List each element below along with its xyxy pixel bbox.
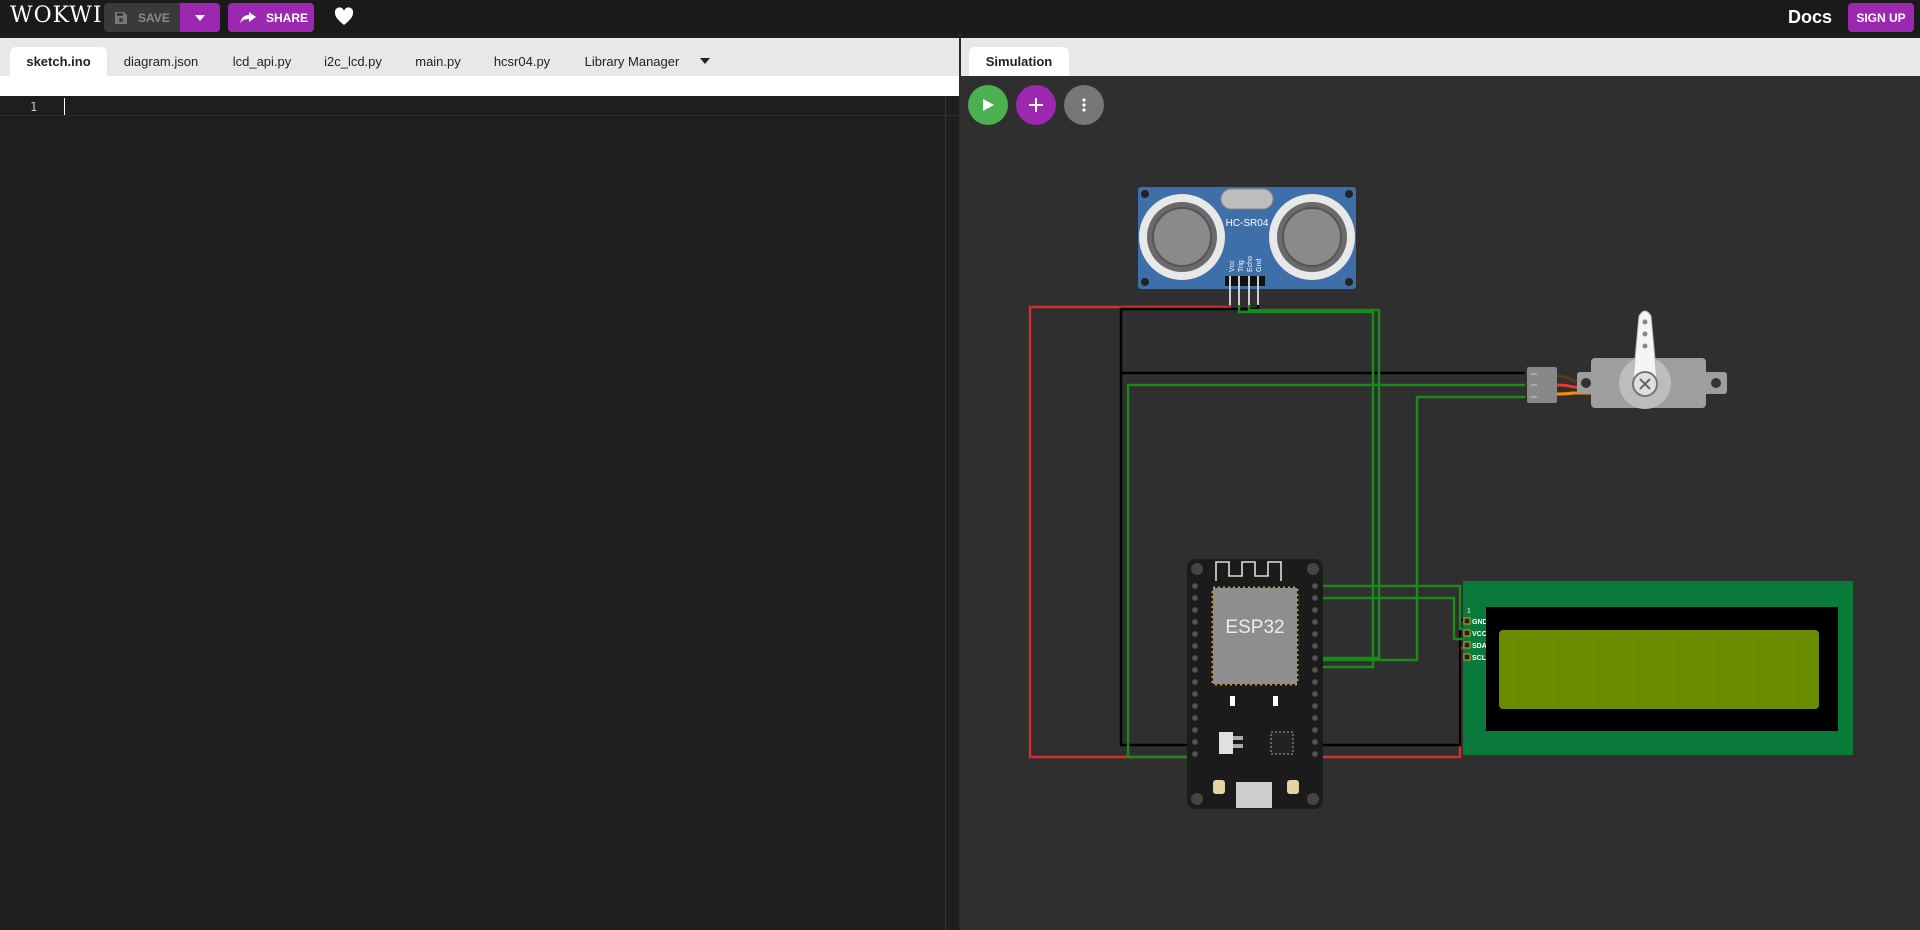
tab-i2c-lcd-py[interactable]: i2c_lcd.py	[316, 47, 390, 76]
floppy-disk-icon	[115, 11, 127, 24]
wire-green-scl[interactable]	[1313, 596, 1466, 641]
circuit-diagram: HC-SR04 Vcc Trig Echo Gnd ESP32 1 GND VC…	[1028, 187, 1853, 809]
top-bar: WOKWI SAVE SHARE Docs SIGN UP	[0, 0, 1920, 34]
servo-motor[interactable]	[1527, 310, 1727, 409]
share-button[interactable]: SHARE	[228, 3, 314, 32]
wire-green-sda[interactable]	[1313, 584, 1466, 631]
tab-main-py[interactable]: main.py	[408, 47, 468, 76]
wire-red-vcc-lcd[interactable]	[1313, 646, 1466, 759]
share-arrow-icon	[240, 11, 256, 24]
lcd-pin-scl-label: SCL	[1472, 655, 1487, 662]
tab-sketch-ino[interactable]: sketch.ino	[10, 47, 107, 76]
sensor-pin-gnd-label: Gnd	[1256, 259, 1263, 272]
tab-hcsr04-py[interactable]: hcsr04.py	[488, 47, 556, 76]
sensor-model-label: HC-SR04	[1226, 218, 1269, 229]
code-editor[interactable]: 1	[0, 96, 959, 930]
tab-lcd-api-py[interactable]: lcd_api.py	[222, 47, 302, 76]
tab-diagram-json[interactable]: diagram.json	[115, 47, 207, 76]
lcd-pin-header-label: 1	[1467, 608, 1471, 615]
hc-sr04-sensor[interactable]: HC-SR04 Vcc Trig Echo Gnd	[1138, 187, 1356, 305]
esp32-board[interactable]: ESP32	[1187, 559, 1323, 809]
editor-header-strip	[0, 76, 959, 96]
docs-link[interactable]: Docs	[1788, 7, 1832, 28]
heart-icon[interactable]	[334, 7, 354, 27]
lcd-display[interactable]: 1 GND VCC SDA SCL	[1463, 581, 1853, 755]
wokwi-logo[interactable]: WOKWI	[10, 3, 103, 28]
esp32-chip-label: ESP32	[1225, 617, 1284, 638]
lcd-pin-gnd-label: GND	[1472, 619, 1488, 626]
tab-simulation[interactable]: Simulation	[969, 47, 1069, 76]
editor-line: 1	[0, 96, 959, 116]
share-label: SHARE	[266, 10, 309, 25]
tab-library-manager[interactable]: Library Manager	[576, 47, 688, 76]
wire-black-gnd-lcd[interactable]	[1313, 618, 1466, 747]
lcd-pin-sda-label: SDA	[1472, 643, 1487, 650]
sign-up-button[interactable]: SIGN UP	[1848, 3, 1914, 32]
editor-vertical-ruler	[945, 96, 946, 930]
sensor-pin-trig-label: Trig	[1238, 260, 1245, 272]
save-label: SAVE	[138, 10, 170, 25]
tabs-overflow-caret-icon[interactable]	[700, 58, 710, 64]
simulation-tab-bar: Simulation	[961, 38, 1920, 76]
save-button[interactable]: SAVE	[104, 3, 180, 32]
editor-tab-bar: sketch.ino diagram.json lcd_api.py i2c_l…	[0, 38, 959, 76]
sensor-pin-echo-label: Echo	[1247, 256, 1254, 272]
text-cursor	[64, 98, 65, 115]
save-options-dropdown[interactable]	[180, 3, 220, 32]
chevron-down-icon	[195, 14, 205, 21]
line-number: 1	[30, 100, 38, 114]
lcd-pin-vcc-label: VCC	[1472, 631, 1487, 638]
sensor-pin-vcc-label: Vcc	[1229, 260, 1236, 272]
